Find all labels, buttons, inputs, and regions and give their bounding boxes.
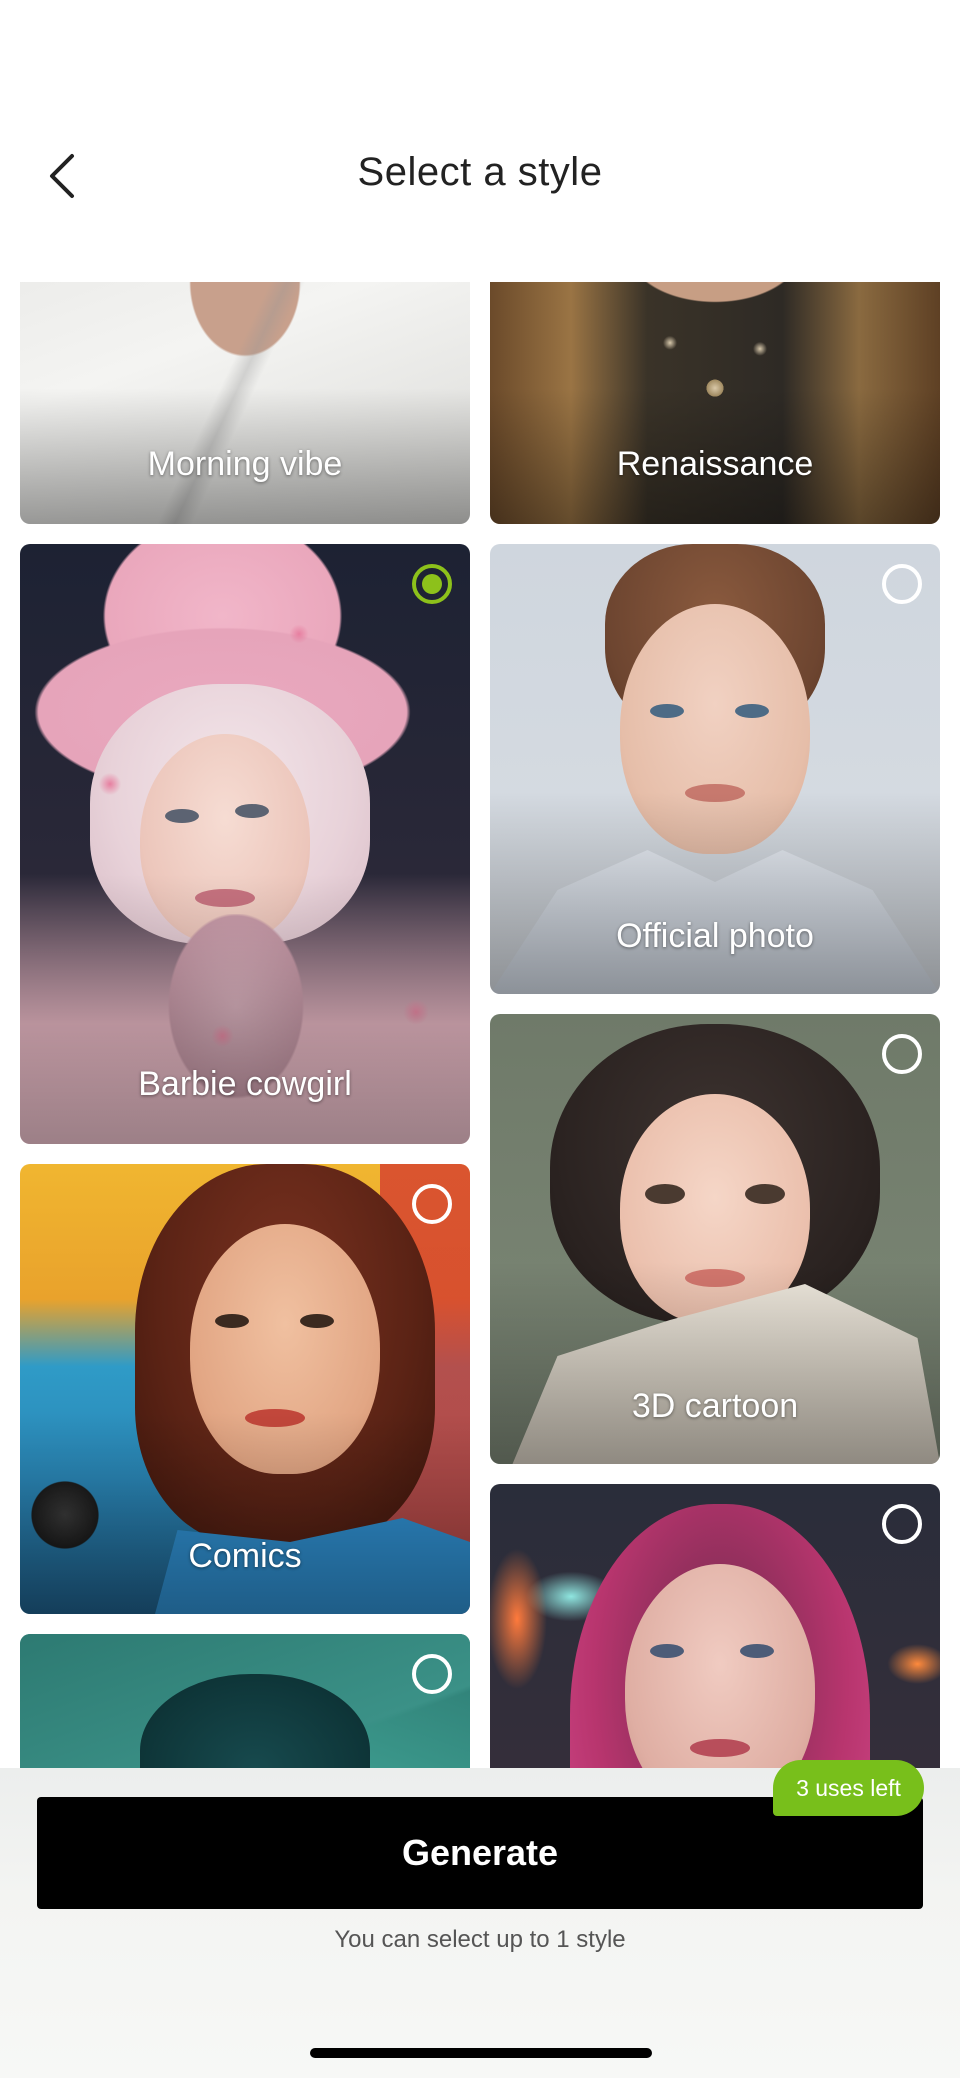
style-label: Morning vibe <box>147 445 343 483</box>
style-card-morning-vibe[interactable]: Morning vibe <box>20 282 470 524</box>
header: Select a style <box>0 120 960 230</box>
style-radio[interactable] <box>412 1184 452 1224</box>
style-label: Renaissance <box>616 445 814 483</box>
style-label: 3D cartoon <box>631 1387 799 1425</box>
home-indicator <box>310 2048 652 2058</box>
style-radio[interactable] <box>882 1504 922 1544</box>
style-card-comics[interactable]: Comics <box>20 1164 470 1614</box>
style-card-fantasy[interactable] <box>20 1634 470 1768</box>
style-card-3d-cartoon[interactable]: 3D cartoon <box>490 1014 940 1464</box>
selection-hint: You can select up to 1 style <box>334 1926 626 1953</box>
style-radio-selected[interactable] <box>412 564 452 604</box>
style-radio[interactable] <box>412 1654 452 1694</box>
style-label: Comics <box>188 1537 302 1575</box>
style-radio[interactable] <box>882 564 922 604</box>
style-card-official-photo[interactable]: Official photo <box>490 544 940 994</box>
style-label: Barbie cowgirl <box>138 1065 352 1103</box>
style-label: Official photo <box>616 917 814 955</box>
style-card-renaissance[interactable]: Renaissance <box>490 282 940 524</box>
style-card-barbie-cowgirl[interactable]: Barbie cowgirl <box>20 544 470 1144</box>
style-picker-screen: Select a style Morning vibe Renaissance <box>0 0 960 2078</box>
style-card-cyberpunk[interactable] <box>490 1484 940 1768</box>
page-title: Select a style <box>357 150 603 194</box>
style-radio[interactable] <box>882 1034 922 1074</box>
style-grid[interactable]: Morning vibe Renaissance Barbie cowgirl … <box>0 282 960 1768</box>
uses-left-badge: 3 uses left <box>773 1760 924 1816</box>
